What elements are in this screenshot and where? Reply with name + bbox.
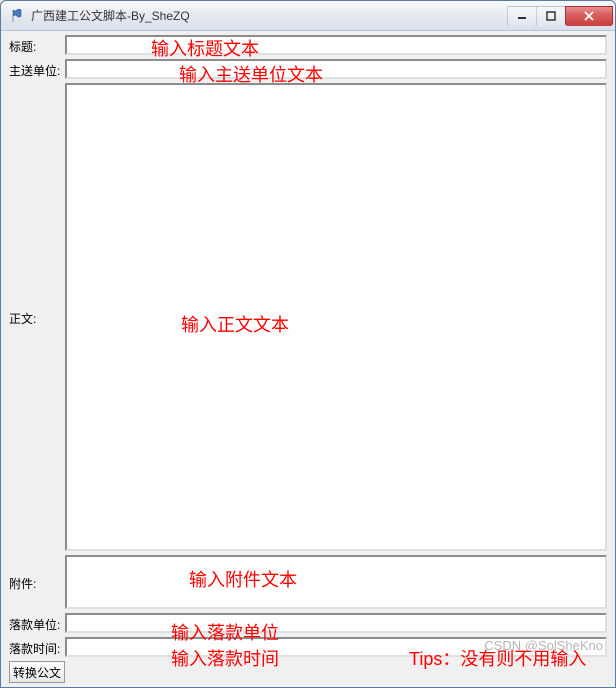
window-title: 广西建工公文脚本-By_SheZQ xyxy=(31,7,508,24)
titlebar[interactable]: 广西建工公文脚本-By_SheZQ xyxy=(1,1,615,31)
attachment-textarea[interactable] xyxy=(65,555,607,609)
close-button[interactable] xyxy=(565,6,613,26)
addressee-input[interactable] xyxy=(65,59,607,79)
title-label: 标题: xyxy=(9,35,63,55)
sign-unit-input[interactable] xyxy=(65,613,607,633)
sign-time-label: 落款时间: xyxy=(9,637,63,657)
body-label: 正文: xyxy=(9,83,63,551)
addressee-label: 主送单位: xyxy=(9,59,63,79)
sign-unit-label: 落款单位: xyxy=(9,613,63,633)
app-window: 广西建工公文脚本-By_SheZQ 标题: 主送单位: 正文: xyxy=(0,0,616,688)
sign-time-input[interactable] xyxy=(65,637,607,657)
content-area: 标题: 主送单位: 正文: 附件: 落款单位: 落款时间: 转换公文 输入标题文… xyxy=(1,31,615,687)
addressee-row: 主送单位: xyxy=(9,59,607,79)
title-row: 标题: xyxy=(9,35,607,55)
window-controls xyxy=(508,6,613,26)
title-input[interactable] xyxy=(65,35,607,55)
button-row: 转换公文 xyxy=(9,661,607,683)
sign-unit-row: 落款单位: xyxy=(9,613,607,633)
convert-button[interactable]: 转换公文 xyxy=(9,661,65,683)
minimize-button[interactable] xyxy=(507,6,537,26)
sign-time-row: 落款时间: xyxy=(9,637,607,657)
body-row: 正文: xyxy=(9,83,607,551)
app-icon xyxy=(9,8,25,24)
attachment-row: 附件: xyxy=(9,555,607,609)
body-textarea[interactable] xyxy=(65,83,607,551)
attachment-label: 附件: xyxy=(9,555,63,609)
maximize-button[interactable] xyxy=(536,6,566,26)
